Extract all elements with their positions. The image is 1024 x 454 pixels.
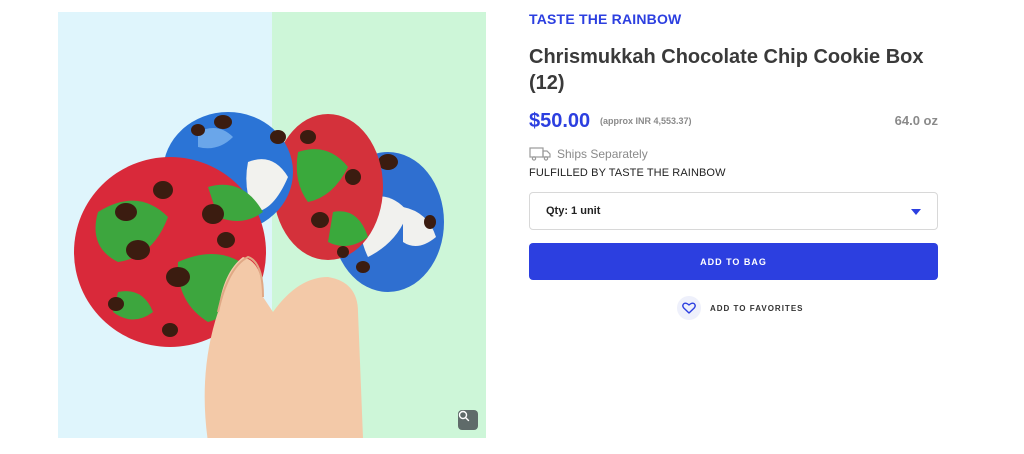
- product-title: Chrismukkah Chocolate Chip Cookie Box (1…: [529, 46, 924, 94]
- add-to-bag-button[interactable]: ADD TO BAG: [529, 243, 938, 280]
- truck-icon: [529, 147, 551, 161]
- fulfilled-by-label: FULFILLED BY TASTE THE RAINBOW: [529, 167, 726, 179]
- add-to-favorites-button[interactable]: ADD TO FAVORITES: [677, 296, 804, 320]
- heart-icon: [682, 302, 696, 314]
- heart-icon-wrapper: [677, 296, 701, 320]
- product-price: $50.00: [529, 110, 591, 132]
- price-approx: (approx INR 4,553.37): [600, 116, 692, 126]
- shipping-info: Ships Separately: [529, 147, 648, 161]
- zoom-button[interactable]: [458, 410, 478, 430]
- magnifier-icon: [458, 410, 470, 422]
- quantity-value: Qty: 1 unit: [546, 205, 601, 217]
- quantity-select[interactable]: Qty: 1 unit: [529, 192, 938, 230]
- cookies-illustration: [74, 112, 444, 438]
- hand: [204, 255, 363, 438]
- ships-separately-label: Ships Separately: [557, 147, 648, 161]
- product-weight: 64.0 oz: [894, 113, 938, 128]
- brand-link[interactable]: TASTE THE RAINBOW: [529, 11, 681, 27]
- product-image[interactable]: [58, 12, 486, 438]
- add-to-favorites-label: ADD TO FAVORITES: [710, 303, 804, 313]
- caret-down-icon: [911, 209, 921, 215]
